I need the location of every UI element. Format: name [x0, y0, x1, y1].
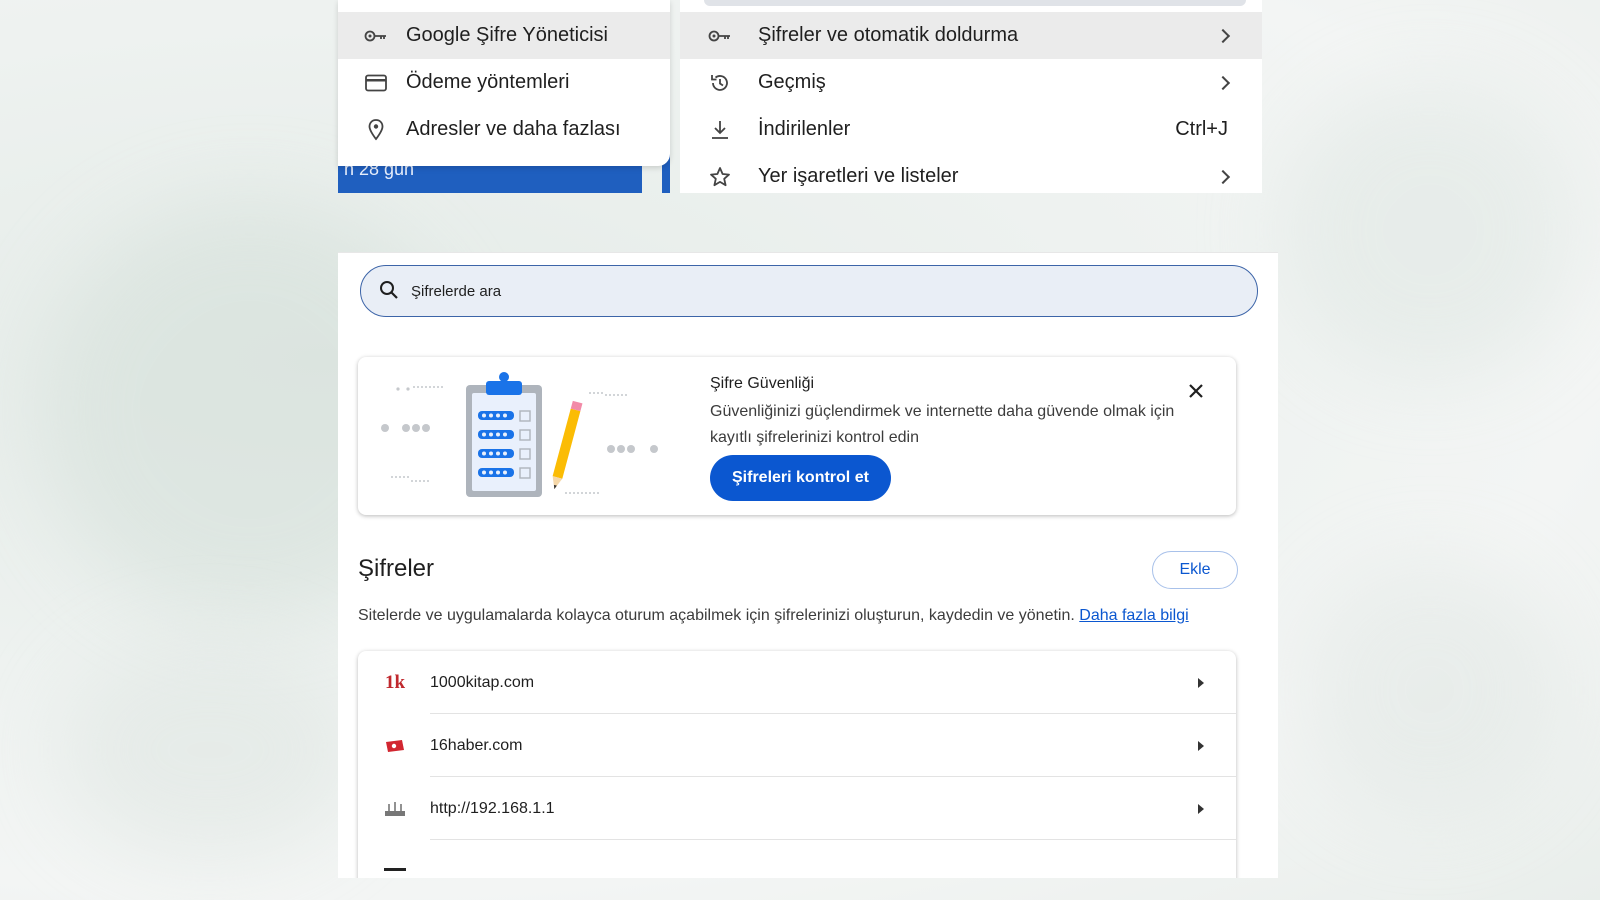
- submenu-item-addresses[interactable]: Adresler ve daha fazlası: [338, 106, 670, 153]
- passwords-heading: Şifreler: [358, 555, 435, 582]
- passwords-description-text: Sitelerde ve uygulamalarda kolayca oturu…: [358, 607, 1075, 624]
- site-name: 1000kitap.com: [430, 673, 535, 691]
- menu-item-bookmarks[interactable]: Yer işaretleri ve listeler: [680, 153, 1262, 200]
- card-title: Şifre Güvenliği: [710, 375, 815, 392]
- chevron-right-icon: [1215, 24, 1231, 47]
- autofill-submenu: Google Şifre Yöneticisi Ödeme yöntemleri…: [338, 0, 670, 166]
- credit-card-icon: [364, 71, 388, 95]
- search-input[interactable]: [411, 282, 1211, 300]
- chrome-main-menu: Şifreler ve otomatik doldurma Geçmiş İnd…: [680, 0, 1262, 193]
- menu-item-label: Şifreler ve otomatik doldurma: [758, 24, 1019, 46]
- download-icon: [708, 118, 732, 142]
- router-icon: [384, 799, 406, 819]
- card-description: Güvenliğinizi güçlendirmek ve internette…: [710, 403, 1175, 446]
- caret-right-icon: [1198, 740, 1204, 751]
- key-icon: [364, 24, 388, 48]
- menu-top-bar: [704, 0, 1246, 6]
- location-pin-icon: [364, 118, 388, 142]
- list-item[interactable]: http://192.168.1.1: [358, 777, 1236, 840]
- menu-item-history[interactable]: Geçmiş: [680, 59, 1262, 106]
- menu-item-downloads[interactable]: İndirilenler Ctrl+J: [680, 106, 1262, 153]
- submenu-item-label: Google Şifre Yöneticisi: [406, 24, 608, 46]
- search-icon: [379, 280, 401, 302]
- password-checkup-illustration: [381, 372, 658, 497]
- add-password-button[interactable]: Ekle: [1152, 551, 1238, 589]
- site-name: http://192.168.1.1: [430, 799, 555, 817]
- chevron-right-icon: [1215, 165, 1231, 188]
- site-name: 16haber.com: [430, 736, 523, 754]
- list-item[interactable]: 16haber.com: [358, 714, 1236, 777]
- menu-item-passwords-autofill[interactable]: Şifreler ve otomatik doldurma: [680, 12, 1262, 59]
- site-favicon: [384, 736, 406, 756]
- menu-item-label: Geçmiş: [758, 71, 826, 93]
- menu-item-label: Yer işaretleri ve listeler: [758, 165, 959, 187]
- list-item[interactable]: 1k 1000kitap.com: [358, 651, 1236, 714]
- password-manager-page: Şifre Güvenliği Güvenliğinizi güçlendirm…: [338, 252, 1278, 878]
- site-favicon: [384, 862, 406, 879]
- submenu-item-label: Ödeme yöntemleri: [406, 71, 570, 93]
- star-icon: [708, 165, 732, 189]
- caret-right-icon: [1198, 803, 1204, 814]
- menu-item-label: İndirilenler: [758, 118, 851, 140]
- history-icon: [708, 71, 732, 95]
- list-item-partial[interactable]: [358, 840, 1236, 878]
- site-favicon: 1k: [384, 671, 406, 693]
- downloads-shortcut: Ctrl+J: [1175, 118, 1228, 140]
- key-icon: [708, 24, 732, 48]
- caret-right-icon: [1198, 677, 1204, 688]
- submenu-item-payment-methods[interactable]: Ödeme yöntemleri: [338, 59, 670, 106]
- password-checkup-card: Şifre Güvenliği Güvenliğinizi güçlendirm…: [358, 357, 1236, 515]
- password-list: 1k 1000kitap.com 16haber.com http://192.…: [358, 651, 1236, 878]
- search-bar[interactable]: [360, 265, 1258, 317]
- chevron-right-icon: [1215, 71, 1231, 94]
- learn-more-link[interactable]: Daha fazla bilgi: [1079, 607, 1188, 624]
- check-passwords-button[interactable]: Şifreleri kontrol et: [710, 455, 891, 501]
- submenu-item-password-manager[interactable]: Google Şifre Yöneticisi: [338, 12, 670, 59]
- close-icon[interactable]: [1184, 379, 1208, 403]
- submenu-item-label: Adresler ve daha fazlası: [406, 118, 621, 140]
- passwords-description: Sitelerde ve uygulamalarda kolayca oturu…: [358, 607, 1189, 625]
